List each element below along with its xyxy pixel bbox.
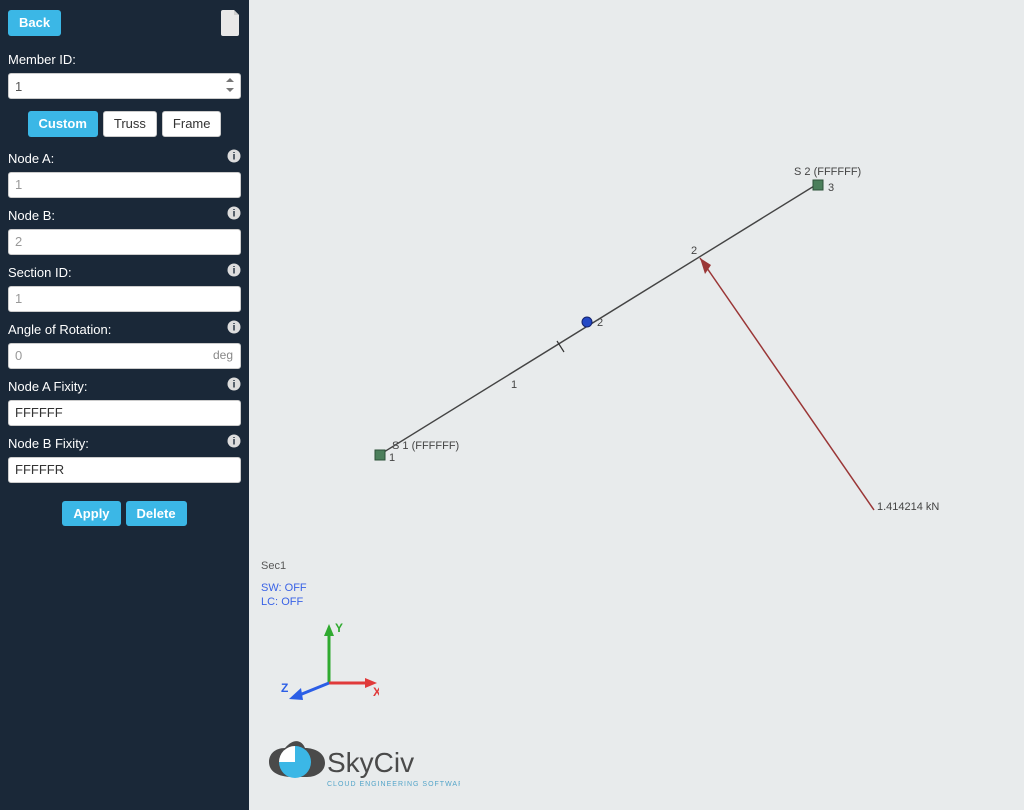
node-b-input[interactable] bbox=[8, 229, 241, 255]
lc-label: LC: bbox=[261, 596, 278, 608]
angle-label: Angle of Rotation: bbox=[8, 322, 111, 337]
tab-frame[interactable]: Frame bbox=[162, 111, 222, 137]
section-id-input[interactable] bbox=[8, 286, 241, 312]
member-id-select[interactable]: 1 bbox=[8, 73, 241, 99]
viewport-overlay: Sec1 SW: OFF LC: OFF bbox=[261, 560, 307, 610]
node-a-input[interactable] bbox=[8, 172, 241, 198]
svg-text:i: i bbox=[233, 152, 236, 163]
sw-value: OFF bbox=[285, 582, 307, 594]
angle-input[interactable] bbox=[8, 343, 241, 369]
load-arrow[interactable] bbox=[700, 258, 874, 510]
svg-text:Z: Z bbox=[281, 681, 288, 695]
node-a-fixity-input[interactable] bbox=[8, 400, 241, 426]
support-node-3[interactable] bbox=[813, 180, 823, 190]
node-b-fixity-label: Node B Fixity: bbox=[8, 436, 89, 451]
svg-text:i: i bbox=[233, 266, 236, 277]
structural-viewport[interactable]: 1 S 1 (FFFFFF) 2 3 S 2 (FFFFFF) 1 2 1.41… bbox=[249, 0, 1024, 810]
member-segment-2-label: 2 bbox=[691, 245, 697, 257]
member-id-label: Member ID: bbox=[8, 52, 241, 67]
node-a-fixity-label: Node A Fixity: bbox=[8, 379, 87, 394]
sidebar-panel: Back Member ID: 1 Custom Truss Frame Nod… bbox=[0, 0, 249, 810]
node-a-label: Node A: bbox=[8, 151, 54, 166]
delete-button[interactable]: Delete bbox=[126, 501, 187, 527]
info-icon[interactable]: i bbox=[227, 320, 241, 334]
svg-text:SkyCiv: SkyCiv bbox=[327, 747, 414, 778]
tab-truss[interactable]: Truss bbox=[103, 111, 157, 137]
node-2[interactable] bbox=[582, 317, 592, 327]
node-b-fixity-input[interactable] bbox=[8, 457, 241, 483]
svg-text:Y: Y bbox=[335, 621, 343, 635]
apply-button[interactable]: Apply bbox=[62, 501, 120, 527]
member-segment-1-label: 1 bbox=[511, 379, 517, 391]
back-button[interactable]: Back bbox=[8, 10, 61, 36]
svg-text:CLOUD ENGINEERING SOFTWARE: CLOUD ENGINEERING SOFTWARE bbox=[327, 781, 460, 788]
lc-value: OFF bbox=[281, 596, 303, 608]
member-type-toggle: Custom Truss Frame bbox=[8, 111, 241, 137]
sw-label: SW: bbox=[261, 582, 282, 594]
svg-text:X: X bbox=[373, 685, 379, 699]
svg-text:i: i bbox=[233, 323, 236, 334]
axis-gizmo-icon: Y X Z bbox=[269, 618, 379, 708]
info-icon[interactable]: i bbox=[227, 149, 241, 163]
node-b-label: Node B: bbox=[8, 208, 55, 223]
info-icon[interactable]: i bbox=[227, 206, 241, 220]
support-node-1[interactable] bbox=[375, 450, 385, 460]
skyciv-logo: SkyCiv CLOUD ENGINEERING SOFTWARE bbox=[265, 740, 460, 798]
section-title: Sec1 bbox=[261, 560, 307, 572]
svg-text:i: i bbox=[233, 209, 236, 220]
svg-text:i: i bbox=[233, 380, 236, 391]
node-1-annotation: S 1 (FFFFFF) bbox=[392, 440, 459, 452]
node-3-annotation: S 2 (FFFFFF) bbox=[794, 166, 861, 178]
node-2-label: 2 bbox=[597, 317, 603, 329]
load-magnitude-label: 1.414214 kN bbox=[877, 501, 939, 513]
page-icon[interactable] bbox=[221, 10, 241, 36]
info-icon[interactable]: i bbox=[227, 434, 241, 448]
tab-custom[interactable]: Custom bbox=[28, 111, 98, 137]
section-id-label: Section ID: bbox=[8, 265, 72, 280]
info-icon[interactable]: i bbox=[227, 377, 241, 391]
info-icon[interactable]: i bbox=[227, 263, 241, 277]
node-1-label: 1 bbox=[389, 452, 395, 464]
svg-text:i: i bbox=[233, 437, 236, 448]
node-3-label: 3 bbox=[828, 182, 834, 194]
